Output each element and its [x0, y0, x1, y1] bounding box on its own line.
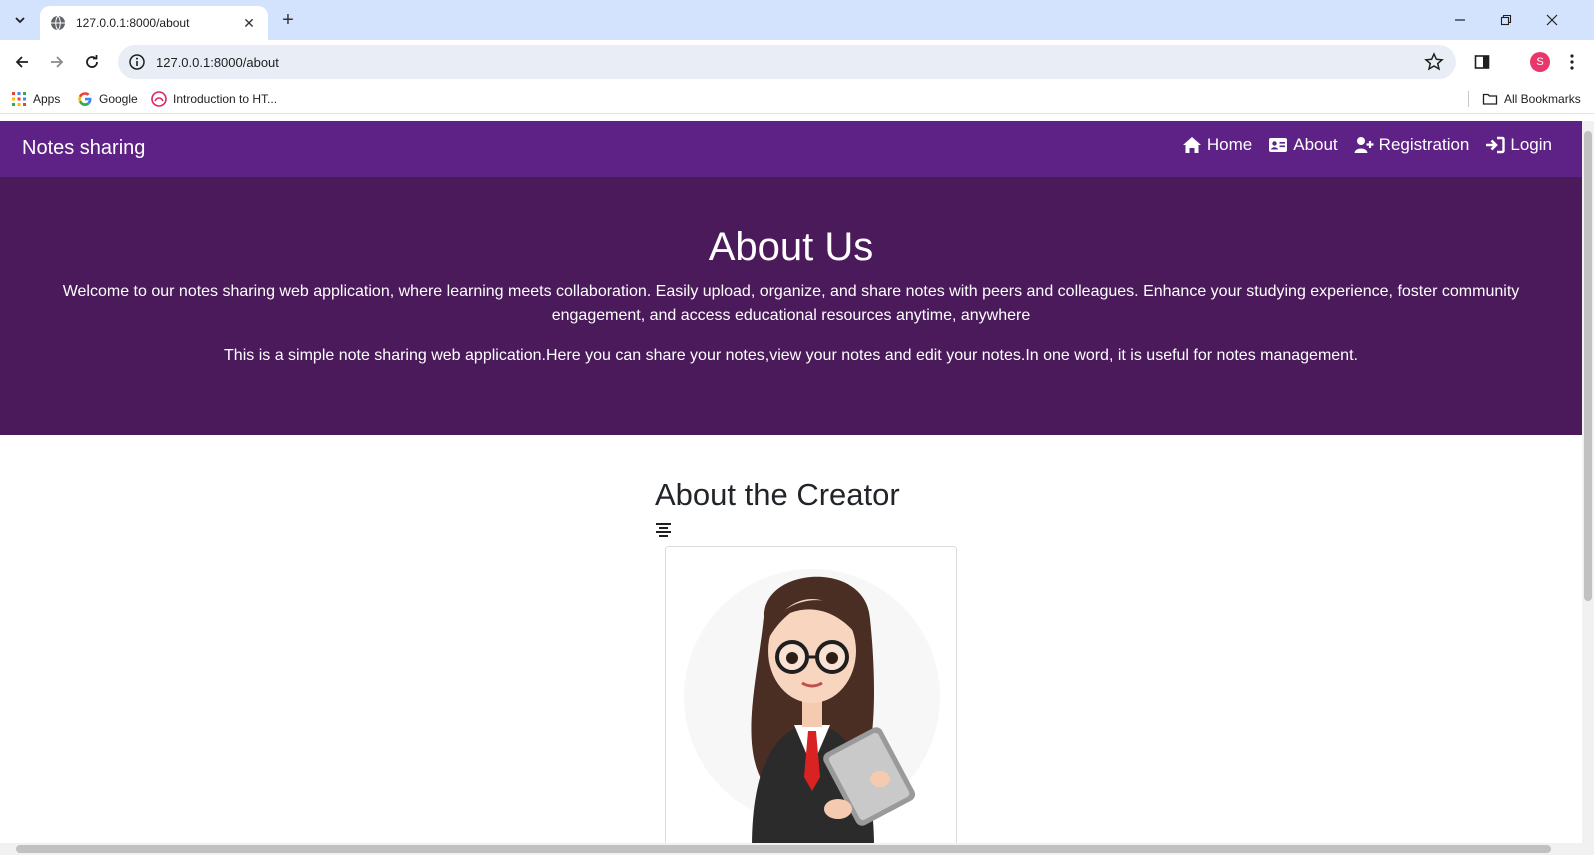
restore-button[interactable]	[1486, 6, 1526, 34]
nav-home-label: Home	[1206, 135, 1253, 154]
minimize-icon	[1455, 19, 1465, 21]
minimize-button[interactable]	[1440, 6, 1480, 34]
nav-home-link[interactable]: Home	[1182, 135, 1252, 155]
page-title: About Us	[708, 225, 874, 269]
close-tab-icon[interactable]: ✕	[240, 14, 258, 32]
bookmark-introduction-label: Introduction to HT...	[173, 92, 278, 106]
bookmark-site-icon	[151, 91, 167, 107]
reload-button[interactable]	[78, 48, 106, 76]
chevron-down-icon	[15, 17, 25, 24]
nav-links: Home About Registration Login	[1182, 135, 1552, 155]
page-viewport: Notes sharing Home About Registration Lo…	[0, 121, 1594, 855]
sign-in-icon	[1486, 136, 1506, 154]
bookmark-apps[interactable]: Apps	[11, 90, 60, 108]
bookmarks-bar: Apps Google Introduction to HT... All Bo…	[0, 84, 1594, 114]
id-card-icon	[1269, 138, 1288, 152]
nav-login-link[interactable]: Login	[1485, 135, 1552, 155]
restore-icon	[1500, 14, 1512, 26]
apps-grid-icon	[12, 92, 26, 106]
house-icon	[1182, 137, 1201, 153]
url-text: 127.0.0.1:8000/about	[156, 54, 279, 70]
profile-avatar[interactable]: S	[1530, 52, 1550, 72]
close-window-button[interactable]	[1532, 6, 1572, 34]
more-vertical-icon	[1570, 54, 1574, 70]
creator-avatar-image	[666, 547, 956, 845]
tab-title: 127.0.0.1:8000/about	[76, 16, 190, 30]
bookmark-apps-label: Apps	[33, 92, 61, 106]
creator-photo-card	[665, 546, 957, 846]
site-navbar: Notes sharing Home About Registration Lo…	[0, 121, 1582, 177]
browser-toolbar: 127.0.0.1:8000/about S	[0, 40, 1594, 84]
new-tab-button[interactable]: +	[276, 8, 300, 32]
browser-menu-button[interactable]	[1560, 50, 1584, 74]
bookmarks-divider	[1468, 91, 1469, 107]
bookmark-star-icon[interactable]	[1424, 52, 1444, 72]
bookmark-introduction[interactable]: Introduction to HT...	[151, 90, 277, 108]
arrow-right-icon	[51, 56, 64, 68]
horizontal-scrollbar[interactable]	[0, 843, 1594, 855]
all-bookmarks[interactable]: All Bookmarks	[1482, 90, 1581, 108]
bookmark-google[interactable]: Google	[77, 90, 138, 108]
hero-intro-paragraph: Welcome to our notes sharing web applica…	[62, 283, 1520, 324]
back-button[interactable]	[8, 48, 36, 76]
bookmark-google-label: Google	[99, 92, 138, 106]
browser-tab-bar: 127.0.0.1:8000/about ✕ +	[0, 0, 1594, 40]
arrow-left-icon	[15, 56, 28, 68]
nav-login-label: Login	[1510, 135, 1552, 154]
tab-search-button[interactable]	[6, 6, 34, 34]
horizontal-scroll-thumb[interactable]	[16, 845, 1551, 853]
align-center-icon	[656, 523, 671, 537]
user-plus-icon	[1354, 137, 1374, 153]
site-info-icon[interactable]	[128, 53, 146, 71]
close-icon	[1546, 14, 1558, 26]
side-panel-icon	[1474, 55, 1490, 69]
creator-heading: About the Creator	[655, 477, 900, 512]
address-bar[interactable]: 127.0.0.1:8000/about	[118, 45, 1456, 79]
nav-about-link[interactable]: About	[1268, 135, 1338, 155]
nav-registration-label: Registration	[1378, 135, 1470, 154]
all-bookmarks-label: All Bookmarks	[1504, 92, 1581, 106]
google-icon	[78, 92, 92, 106]
nav-registration-link[interactable]: Registration	[1354, 135, 1470, 155]
vertical-scrollbar[interactable]	[1582, 121, 1594, 843]
hero-description-paragraph: This is a simple note sharing web applic…	[224, 347, 1358, 364]
about-hero-section: About Us Welcome to our notes sharing we…	[0, 177, 1582, 435]
side-panel-button[interactable]	[1470, 50, 1494, 74]
vertical-scroll-thumb[interactable]	[1584, 131, 1592, 601]
browser-tab-active[interactable]: 127.0.0.1:8000/about ✕	[40, 6, 268, 40]
globe-icon	[51, 15, 65, 31]
reload-icon	[86, 55, 98, 68]
folder-icon	[1482, 93, 1498, 105]
nav-about-label: About	[1293, 135, 1338, 154]
site-brand[interactable]: Notes sharing	[22, 137, 145, 160]
forward-button[interactable]	[43, 48, 71, 76]
